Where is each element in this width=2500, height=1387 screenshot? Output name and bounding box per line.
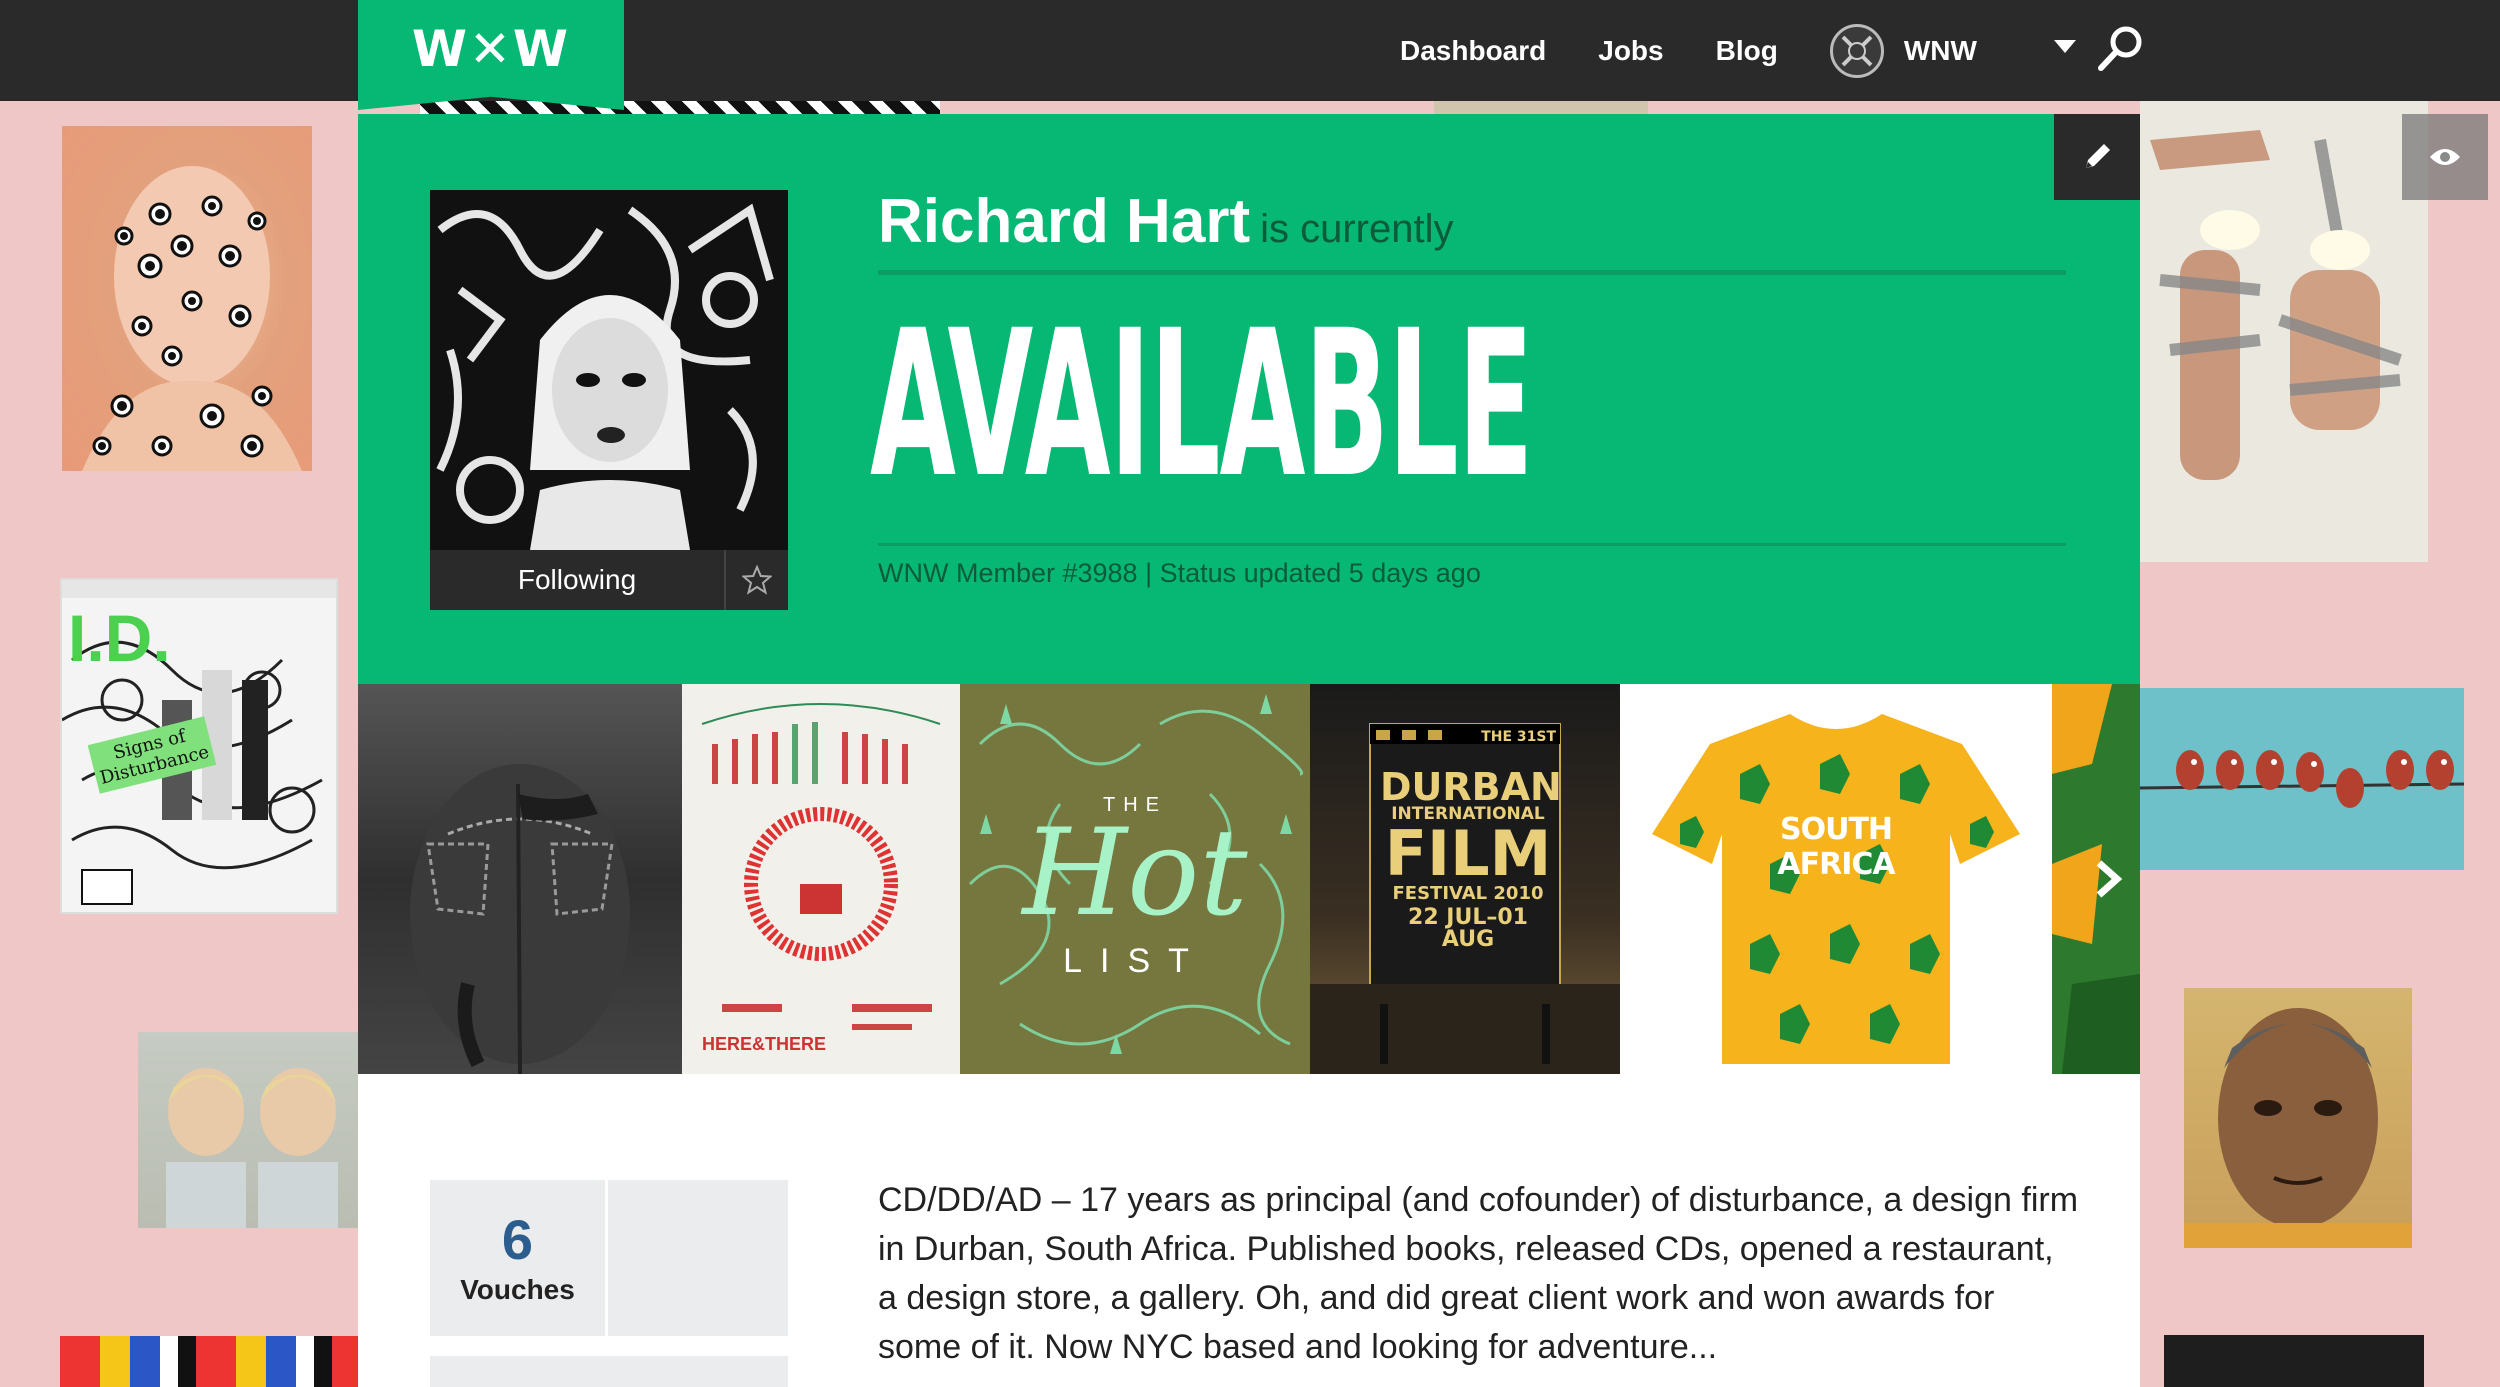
tshirt-text: SOUTH AFRICA: [1777, 812, 1895, 882]
portfolio-tile-tshirt[interactable]: SOUTH AFRICA: [1620, 684, 2052, 1074]
vouches-stat: 6 Vouches: [430, 1180, 608, 1336]
nav-link-dashboard[interactable]: Dashboard: [1400, 35, 1546, 67]
portfolio-tile-poster[interactable]: HERE&THERE: [682, 684, 960, 1074]
divider: [878, 543, 2066, 546]
follow-bar: Following: [430, 550, 788, 610]
birds-on-wire-art: [2140, 750, 2464, 808]
collage-image-twins[interactable]: [138, 1032, 360, 1228]
nav-link-blog[interactable]: Blog: [1716, 35, 1778, 67]
magazine-title: I.D.: [68, 601, 171, 675]
profile-photo-art: [430, 190, 788, 550]
profile-hero: Following Richard Hart is currently AVAIL…: [358, 114, 2140, 684]
hot-list-title: Hot: [1022, 804, 1248, 943]
jeans-photo-art: [410, 764, 630, 1074]
star-icon: [742, 565, 772, 595]
avatar: [1829, 23, 1884, 78]
collage-image-portrait-painting[interactable]: [2184, 988, 2412, 1248]
film-line-4: FILM: [1384, 817, 1552, 890]
nav-username: WNW: [1903, 34, 1977, 66]
film-festival-text: THE 31ST DURBAN INTERNATIONAL FILM FESTI…: [1380, 729, 1562, 952]
dotted-face-illustration: [82, 166, 302, 471]
film-line-6: 22 JUL–01 AUG: [1408, 905, 1528, 952]
profile-photo[interactable]: [430, 190, 788, 550]
infographic-poster-art: [701, 703, 941, 1030]
profile-heading: Richard Hart is currently: [878, 186, 1453, 257]
chevron-right-icon: [2096, 860, 2123, 898]
main-nav: Dashboard Jobs Blog WNW: [1400, 0, 1977, 101]
collage-image-bottom-left: [60, 1336, 360, 1387]
film-line-5: FESTIVAL 2010: [1392, 883, 1544, 904]
favorite-button[interactable]: [726, 550, 788, 610]
logo-wordmark: W✕W: [411, 20, 571, 78]
carousel-next-button[interactable]: [2078, 834, 2138, 924]
profile-card: Following Richard Hart is currently AVAIL…: [358, 114, 2140, 1387]
portfolio-tile-film-festival[interactable]: THE 31ST DURBAN INTERNATIONAL FILM FESTI…: [1310, 684, 1620, 1074]
profile-name[interactable]: Richard Hart: [878, 187, 1250, 256]
edit-profile-button[interactable]: [2054, 114, 2140, 200]
availability-status: AVAILABLE: [870, 286, 1534, 522]
vouches-count: 6: [501, 1208, 534, 1271]
portfolio-tile-hot-list[interactable]: THE Hot LIST: [960, 684, 1310, 1074]
eye-icon: [2430, 149, 2460, 165]
vouch-avatar-slot[interactable]: [608, 1180, 788, 1336]
twins-photo-art: [166, 1068, 338, 1228]
member-meta: WNW Member #3988 | Status updated 5 days…: [878, 558, 1481, 588]
wnw-badge-icon: [1841, 35, 1873, 66]
pencil-icon: [2086, 144, 2110, 168]
hot-list-bottom: LIST: [1063, 942, 1207, 980]
preview-eye-button[interactable]: [2402, 114, 2488, 200]
film-line-1: THE 31ST: [1481, 729, 1556, 745]
following-button[interactable]: Following: [430, 550, 726, 610]
collage-image-taped-body[interactable]: [2140, 100, 2428, 562]
portfolio-tile-jeans[interactable]: [358, 684, 682, 1074]
vouches-panel[interactable]: 6 Vouches: [430, 1180, 788, 1336]
collage-image-bottom-right: [2164, 1335, 2424, 1387]
user-menu-caret-icon[interactable]: [2054, 40, 2076, 53]
portrait-painting-art: [2184, 1008, 2412, 1248]
portfolio-carousel: HERE&THERE THE Hot LIST THE 31ST DURBAN …: [358, 684, 2140, 1074]
status-prefix: is currently: [1260, 207, 1454, 251]
vouches-label: Vouches: [460, 1274, 575, 1305]
site-logo[interactable]: W✕W: [358, 0, 624, 110]
user-menu[interactable]: WNW: [1829, 23, 1977, 78]
poster-caption: HERE&THERE: [702, 1034, 827, 1054]
collage-image-magazine[interactable]: I.D. Signs of Disturbance: [60, 578, 338, 914]
film-line-2: DURBAN: [1380, 765, 1562, 809]
collage-image-dotted-face[interactable]: [62, 126, 312, 471]
search-icon: [2098, 26, 2142, 71]
collage-image-birds[interactable]: [2140, 688, 2464, 870]
taped-body-art: [2140, 100, 2428, 562]
search-button[interactable]: [2095, 22, 2147, 74]
secondary-panel[interactable]: [430, 1356, 788, 1387]
nav-link-jobs[interactable]: Jobs: [1598, 35, 1663, 67]
profile-bio: CD/DD/AD – 17 years as principal (and co…: [878, 1181, 2079, 1366]
